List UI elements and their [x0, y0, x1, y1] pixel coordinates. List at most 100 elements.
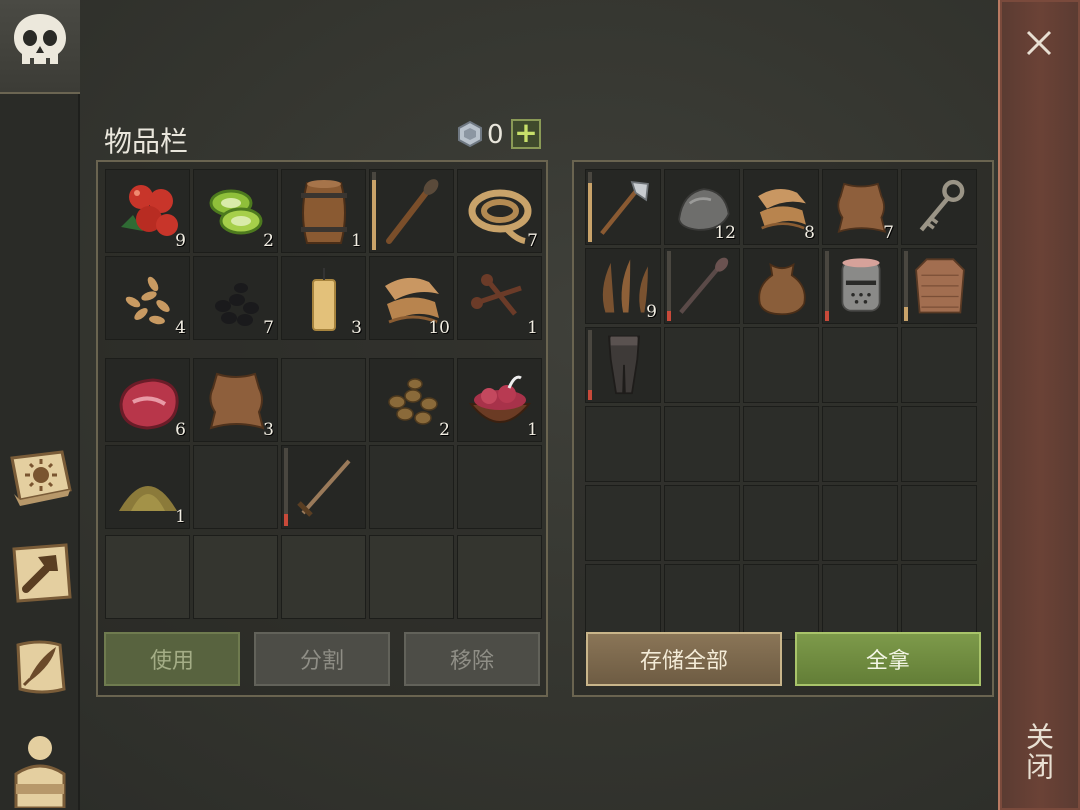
skull-tab[interactable]	[0, 0, 80, 94]
inventory-empty-slot[interactable]	[193, 445, 278, 529]
inventory-slot[interactable]	[369, 169, 454, 253]
take-all-button[interactable]: 全拿	[795, 632, 981, 686]
storage-empty-slot[interactable]	[822, 485, 898, 561]
skull-icon	[14, 14, 66, 64]
inventory-slot[interactable]: 2	[193, 169, 278, 253]
inventory-slot[interactable]: 4	[105, 256, 190, 340]
storage-slot[interactable]	[585, 169, 661, 245]
cucumber-slices-icon	[209, 189, 263, 235]
item-count: 3	[263, 420, 274, 440]
storage-empty-slot[interactable]	[664, 406, 740, 482]
inventory-locked-empty-slot[interactable]	[369, 535, 454, 619]
storage-grid: 12 8 7 9	[585, 169, 977, 640]
storage-slot[interactable]: 9	[585, 248, 661, 324]
store-all-button[interactable]: 存储全部	[586, 632, 782, 686]
storage-empty-slot[interactable]	[901, 406, 977, 482]
mace-icon	[679, 257, 729, 314]
durability-fill	[904, 307, 908, 321]
inventory-locked-empty-slot[interactable]	[281, 535, 366, 619]
storage-slot[interactable]	[585, 327, 661, 403]
inventory-slot[interactable]: 9	[105, 169, 190, 253]
durability-fill	[588, 182, 592, 242]
durability-fill	[372, 179, 376, 250]
storage-slot[interactable]: 12	[664, 169, 740, 245]
close-label[interactable]: 关闭	[1022, 722, 1058, 786]
barrel-icon	[301, 180, 347, 244]
storage-empty-slot[interactable]	[901, 485, 977, 561]
storage-empty-slot[interactable]	[901, 564, 977, 640]
quest-book-button[interactable]	[4, 442, 76, 512]
nuts-icon	[388, 378, 438, 425]
storage-empty-slot[interactable]	[743, 485, 819, 561]
inventory-slot[interactable]: 10	[369, 256, 454, 340]
storage-slot[interactable]: 7	[822, 169, 898, 245]
storage-empty-slot[interactable]	[664, 485, 740, 561]
inventory-slot[interactable]: 3	[281, 256, 366, 340]
inventory-grid-bottom: 6 3 2 1 1	[105, 358, 542, 529]
add-gems-button[interactable]: +	[511, 119, 541, 149]
storage-empty-slot[interactable]	[585, 564, 661, 640]
item-count: 1	[527, 420, 538, 440]
storage-slot[interactable]	[901, 169, 977, 245]
item-count: 8	[804, 223, 815, 243]
storage-slot[interactable]	[901, 248, 977, 324]
storage-empty-slot[interactable]	[743, 327, 819, 403]
sword-icon	[297, 459, 351, 517]
storage-empty-slot[interactable]	[822, 327, 898, 403]
storage-slot[interactable]	[664, 248, 740, 324]
durability-bar	[667, 251, 671, 321]
inventory-empty-slot[interactable]	[369, 445, 454, 529]
inventory-slot[interactable]: 1	[457, 256, 542, 340]
close-icon[interactable]	[1022, 26, 1056, 60]
item-count: 9	[646, 302, 657, 322]
journal-button[interactable]	[4, 632, 76, 702]
storage-empty-slot[interactable]	[901, 327, 977, 403]
storage-empty-slot[interactable]	[585, 406, 661, 482]
item-count: 10	[428, 318, 450, 338]
character-button[interactable]	[4, 726, 76, 810]
crafting-button[interactable]	[4, 538, 76, 608]
inventory-slot[interactable]: 7	[193, 256, 278, 340]
inventory-locked-empty-slot[interactable]	[105, 535, 190, 619]
leg-armor-icon	[607, 335, 641, 395]
split-button[interactable]: 分割	[254, 632, 390, 686]
storage-empty-slot[interactable]	[822, 564, 898, 640]
remove-button[interactable]: 移除	[404, 632, 540, 686]
storage-empty-slot[interactable]	[585, 485, 661, 561]
coal-icon	[215, 283, 259, 326]
nails-icon	[471, 274, 522, 316]
inventory-locked-empty-slot[interactable]	[193, 535, 278, 619]
storage-slot[interactable]	[743, 248, 819, 324]
inventory-empty-slot[interactable]	[457, 445, 542, 529]
durability-fill	[667, 310, 671, 321]
inventory-slot[interactable]	[281, 445, 366, 529]
inventory-slot[interactable]: 2	[369, 358, 454, 442]
storage-empty-slot[interactable]	[822, 406, 898, 482]
close-bar[interactable]	[998, 0, 1080, 810]
durability-bar	[588, 172, 592, 242]
storage-empty-slot[interactable]	[743, 564, 819, 640]
storage-empty-slot[interactable]	[743, 406, 819, 482]
inventory-locked-empty-slot[interactable]	[457, 535, 542, 619]
item-count: 9	[175, 231, 186, 251]
inventory-empty-slot[interactable]	[281, 358, 366, 442]
item-count: 2	[263, 231, 274, 251]
leather-hide-icon	[209, 372, 265, 430]
item-count: 7	[263, 318, 274, 338]
use-button[interactable]: 使用	[104, 632, 240, 686]
inventory-slot[interactable]: 7	[457, 169, 542, 253]
item-count: 1	[527, 318, 538, 338]
inventory-slot[interactable]: 1	[457, 358, 542, 442]
berries-icon	[121, 185, 178, 236]
storage-slot[interactable]	[822, 248, 898, 324]
inventory-slot[interactable]: 6	[105, 358, 190, 442]
inventory-slot[interactable]: 1	[105, 445, 190, 529]
inventory-title: 物品栏	[104, 125, 189, 158]
sack-icon	[758, 262, 806, 316]
inventory-grid-locked	[105, 535, 542, 619]
inventory-slot[interactable]: 3	[193, 358, 278, 442]
inventory-slot[interactable]: 1	[281, 169, 366, 253]
storage-empty-slot[interactable]	[664, 327, 740, 403]
storage-empty-slot[interactable]	[664, 564, 740, 640]
storage-slot[interactable]: 8	[743, 169, 819, 245]
